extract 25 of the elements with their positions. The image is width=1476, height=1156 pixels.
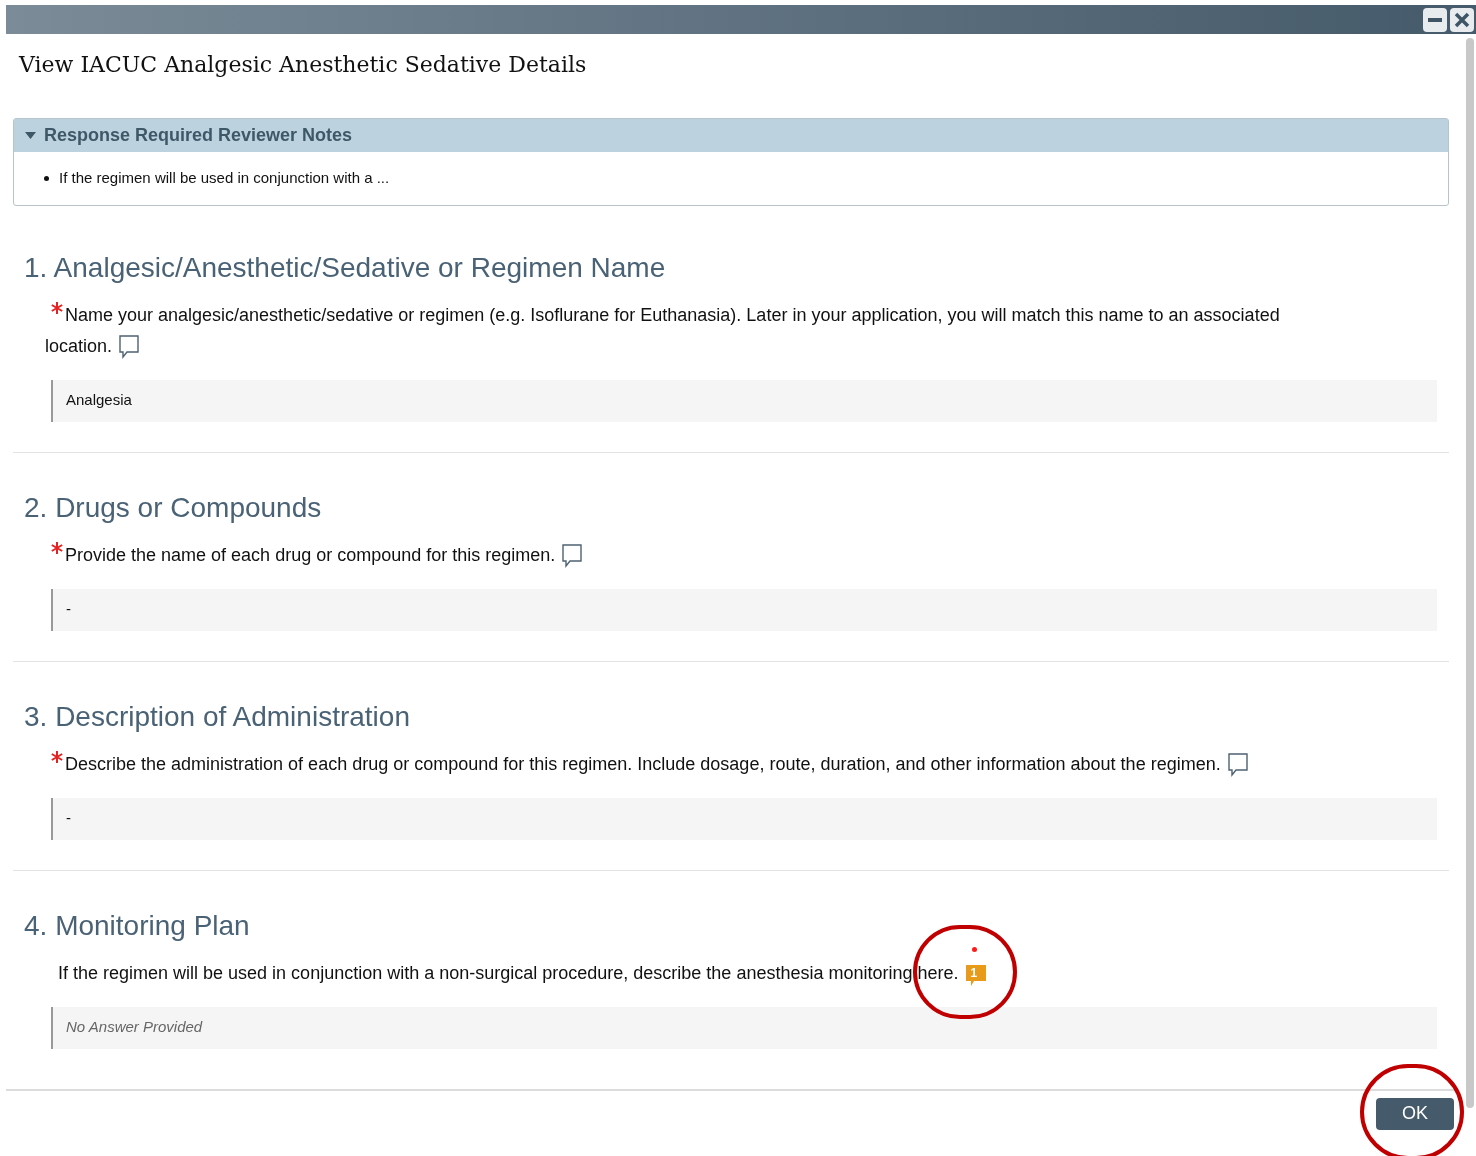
close-button[interactable] [1450, 7, 1474, 32]
question-text: Name your analgesic/anesthetic/sedative or regimen (e.g. Isoflurane for Euthanasia). Later in your application, you will match this name to an associated location. [45, 299, 1325, 362]
section-heading: 1. Analgesic/Anesthetic/Sedative or Regimen Name [24, 250, 667, 285]
answer-field: Analgesia [51, 379, 1437, 422]
question-text: Provide the name of each drug or compound for this regimen. [45, 539, 584, 571]
ok-button[interactable]: OK [1376, 1097, 1454, 1130]
comment-count: 1 [970, 965, 978, 980]
scrollbar-thumb[interactable] [1466, 38, 1474, 1108]
comment-icon[interactable] [118, 334, 141, 359]
comment-icon[interactable] [561, 543, 584, 568]
dialog-title: View IACUC Analgesic Anesthetic Sedative Details [19, 51, 588, 79]
bullet-icon [44, 175, 49, 181]
minimize-icon [1428, 17, 1442, 22]
close-icon [1454, 11, 1470, 28]
answer-field: - [51, 797, 1437, 840]
section-heading: 3. Description of Administration [24, 699, 411, 734]
answer-field: - [51, 588, 1437, 631]
notes-panel-header[interactable]: Response Required Reviewer Notes [14, 119, 1448, 152]
comment-icon[interactable] [1226, 752, 1249, 777]
section-heading: 4. Monitoring Plan [24, 908, 251, 943]
answer-field: No Answer Provided [51, 1006, 1437, 1049]
reviewer-note: If the regimen will be used in conjunction with a ... [59, 168, 390, 188]
minimize-button[interactable] [1423, 7, 1447, 32]
question-text: Describe the administration of each drug or compound for this regimen. Include dosage, route, duration, and other information about the regimen. [45, 748, 1249, 780]
section-heading: 2. Drugs or Compounds [24, 490, 323, 525]
